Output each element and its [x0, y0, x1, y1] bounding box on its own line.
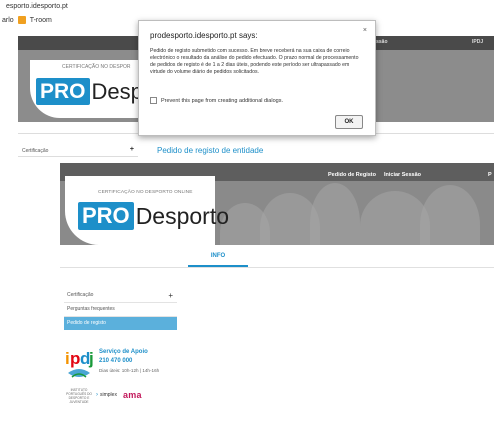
- address-bar[interactable]: esporto.idesporto.pt: [6, 3, 68, 10]
- alert-dialog: prodesporto.idesporto.pt says: × Pedido …: [138, 20, 376, 136]
- bookmark-icon: [17, 16, 26, 24]
- sidebar-item-label: Perguntas frequentes: [67, 306, 115, 312]
- nav-pedido-de-registo[interactable]: Pedido de Registo: [328, 172, 376, 178]
- checkbox-label: Prevent this page from creating addition…: [161, 97, 283, 104]
- page-title: Pedido de registo de entidade: [157, 146, 264, 155]
- simplex-arrow-icon: ›: [96, 392, 98, 398]
- support-title: Serviço de Apoio: [99, 349, 148, 355]
- svg-text:p: p: [70, 349, 80, 368]
- prodesporto-logo[interactable]: PRO Desporto: [78, 202, 229, 230]
- tab-info[interactable]: INFO: [198, 253, 238, 259]
- tab-bar: INFO: [60, 247, 494, 268]
- nav-edge[interactable]: P: [488, 172, 492, 178]
- support-block: i p d j INSTITUTO PORTUGUÊS DO DESPORTO …: [64, 347, 204, 407]
- top-logo-pro: PRO: [36, 78, 90, 105]
- logo-desporto: Desporto: [135, 202, 230, 229]
- sidebar-item-perguntas-frequentes[interactable]: Perguntas frequentes: [64, 303, 177, 317]
- nav-iniciar-sessao[interactable]: Iniciar Sessão: [384, 172, 421, 178]
- support-phone[interactable]: 210 470 000: [99, 358, 132, 364]
- bookmarks-bar: arlo T-room: [2, 16, 52, 24]
- sidebar-item-label: Certificação: [67, 292, 94, 298]
- top-sidebar-label: Certificação: [22, 148, 49, 154]
- checkbox-icon[interactable]: [150, 97, 157, 104]
- ama-logo[interactable]: ama: [123, 390, 142, 400]
- crowd-silhouette: [310, 183, 360, 245]
- plus-icon[interactable]: +: [130, 146, 134, 153]
- tab-info-underline: [188, 265, 248, 267]
- simplex-logo[interactable]: › simplex: [96, 392, 117, 398]
- svg-text:j: j: [88, 349, 94, 368]
- top-logo-caption: CERTIFICAÇÃO NO DESPOR: [62, 64, 131, 70]
- logo-caption: CERTIFICAÇÃO NO DESPORTO ONLINE: [98, 190, 193, 195]
- bookmark-troom[interactable]: T-room: [30, 17, 52, 24]
- prevent-dialogs-checkbox[interactable]: Prevent this page from creating addition…: [150, 97, 283, 104]
- dialog-message: Pedido de registo submetido com sucesso.…: [150, 48, 359, 75]
- main-page: Pedido de Registo Iniciar Sessão P CERTI…: [60, 163, 494, 445]
- sidebar: Certificação + Perguntas frequentes Pedi…: [64, 289, 177, 330]
- simplex-label: simplex: [100, 392, 117, 398]
- plus-icon[interactable]: +: [168, 289, 173, 302]
- crowd-silhouette: [420, 185, 480, 245]
- support-hours: Dias úteis: 10h-12h | 14h-16h: [99, 368, 160, 373]
- partner-logos: › simplex ama: [96, 390, 142, 400]
- sidebar-item-pedido-de-registo[interactable]: Pedido de registo: [64, 317, 177, 330]
- bookmark-fragment[interactable]: arlo: [2, 17, 14, 24]
- top-sidebar-item-certificacao[interactable]: Certificação +: [18, 146, 138, 157]
- nav-ipdj[interactable]: IPDJ: [472, 39, 483, 45]
- logo-pro: PRO: [78, 202, 134, 230]
- logo-panel: CERTIFICAÇÃO NO DESPORTO ONLINE PRO Desp…: [65, 176, 229, 245]
- sidebar-item-certificacao[interactable]: Certificação +: [64, 289, 177, 303]
- ipdj-caption: INSTITUTO PORTUGUÊS DO DESPORTO E JUVENT…: [66, 388, 92, 404]
- dialog-title: prodesporto.idesporto.pt says:: [150, 31, 258, 40]
- hero-banner: Pedido de Registo Iniciar Sessão P CERTI…: [60, 163, 494, 245]
- close-icon[interactable]: ×: [363, 27, 367, 34]
- ok-button[interactable]: OK: [335, 115, 363, 129]
- ipdj-logo-icon: i p d j: [65, 349, 94, 378]
- sidebar-item-label: Pedido de registo: [67, 320, 106, 326]
